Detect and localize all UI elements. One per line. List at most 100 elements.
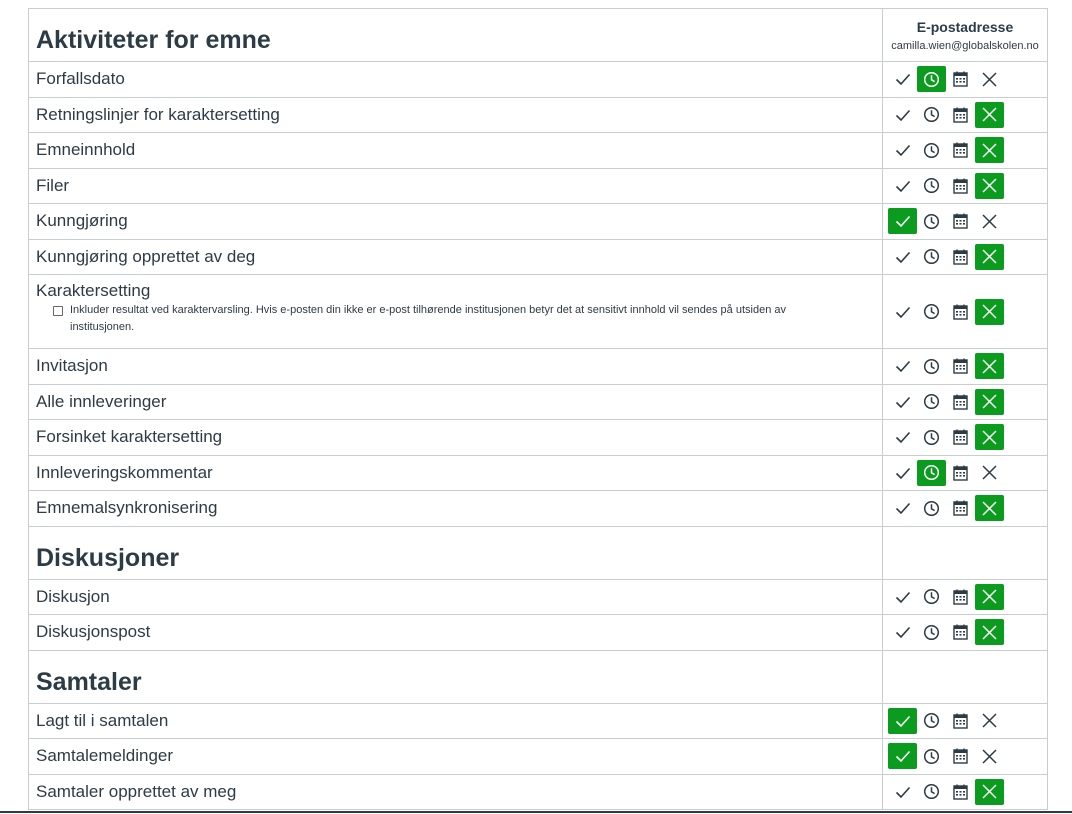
x-option-button[interactable] xyxy=(975,708,1004,734)
clock-option-button[interactable] xyxy=(917,102,946,128)
x-option-button[interactable] xyxy=(975,243,1004,270)
calendar-option-button[interactable] xyxy=(946,460,975,486)
clock-option-button[interactable] xyxy=(917,779,946,805)
calendar-option-button[interactable] xyxy=(946,584,975,610)
checkmark-option-button[interactable] xyxy=(888,102,917,128)
checkmark-icon xyxy=(895,624,911,640)
clock-option-button[interactable] xyxy=(917,66,946,93)
checkmark-option-button[interactable] xyxy=(888,495,917,521)
x-option-button[interactable] xyxy=(975,66,1004,92)
calendar-option-button[interactable] xyxy=(946,353,975,379)
clock-option-button[interactable] xyxy=(917,743,946,769)
calendar-option-button[interactable] xyxy=(946,424,975,450)
frequency-options xyxy=(888,619,1004,646)
clock-option-button[interactable] xyxy=(917,584,946,610)
checkmark-icon xyxy=(895,178,911,194)
calendar-option-button[interactable] xyxy=(946,173,975,199)
clock-option-button[interactable] xyxy=(917,619,946,645)
x-option-button[interactable] xyxy=(975,101,1004,128)
clock-option-button[interactable] xyxy=(917,424,946,450)
checkmark-option-button[interactable] xyxy=(888,66,917,92)
x-option-button[interactable] xyxy=(975,298,1004,325)
checkmark-option-button[interactable] xyxy=(888,299,917,325)
x-icon xyxy=(981,712,998,729)
notification-label: Lagt til i samtalen xyxy=(36,710,169,730)
checkmark-option-button[interactable] xyxy=(888,137,917,163)
notification-label: Forsinket karaktersetting xyxy=(36,427,223,447)
clock-option-button[interactable] xyxy=(917,459,946,486)
notification-label: Kunngjøring xyxy=(36,211,128,231)
checkmark-option-button[interactable] xyxy=(888,619,917,645)
frequency-options xyxy=(888,495,1004,522)
calendar-option-button[interactable] xyxy=(946,66,975,92)
x-option-button[interactable] xyxy=(975,208,1004,234)
clock-icon xyxy=(923,142,940,159)
calendar-option-button[interactable] xyxy=(946,743,975,769)
checkmark-option-button[interactable] xyxy=(888,707,917,734)
calendar-icon xyxy=(953,358,968,374)
calendar-option-button[interactable] xyxy=(946,102,975,128)
email-column-header: E-postadresse camilla.wien@globalskolen.… xyxy=(888,19,1047,52)
x-icon xyxy=(981,106,998,123)
x-option-button[interactable] xyxy=(975,743,1004,769)
x-option-button[interactable] xyxy=(975,424,1004,451)
checkmark-icon xyxy=(895,713,911,729)
clock-option-button[interactable] xyxy=(917,353,946,379)
frequency-options xyxy=(888,298,1004,325)
frequency-options xyxy=(888,743,1004,770)
checkmark-option-button[interactable] xyxy=(888,743,917,770)
x-option-button[interactable] xyxy=(975,460,1004,486)
x-option-button[interactable] xyxy=(975,137,1004,164)
notification-row: Diskusjonspost xyxy=(29,615,1047,651)
x-option-button[interactable] xyxy=(975,172,1004,199)
calendar-icon xyxy=(953,249,968,265)
checkmark-option-button[interactable] xyxy=(888,584,917,610)
calendar-option-button[interactable] xyxy=(946,137,975,163)
x-option-button[interactable] xyxy=(975,778,1004,805)
clock-option-button[interactable] xyxy=(917,208,946,234)
checkmark-option-button[interactable] xyxy=(888,460,917,486)
calendar-option-button[interactable] xyxy=(946,495,975,521)
clock-option-button[interactable] xyxy=(917,389,946,415)
checkmark-option-button[interactable] xyxy=(888,424,917,450)
clock-option-button[interactable] xyxy=(917,299,946,325)
checkmark-icon xyxy=(895,589,911,605)
include-score-checkbox[interactable] xyxy=(53,306,63,316)
calendar-option-button[interactable] xyxy=(946,619,975,645)
section-header-discussions: Diskusjoner xyxy=(29,526,1047,580)
clock-option-button[interactable] xyxy=(917,708,946,734)
calendar-option-button[interactable] xyxy=(946,299,975,325)
include-score-note: Inkluder resultat ved karaktervarsling. … xyxy=(70,304,786,333)
notification-label: Emneinnhold xyxy=(36,140,136,160)
x-option-button[interactable] xyxy=(975,388,1004,415)
section-title: Aktiviteter for emne xyxy=(36,26,271,54)
clock-option-button[interactable] xyxy=(917,137,946,163)
calendar-option-button[interactable] xyxy=(946,779,975,805)
checkmark-option-button[interactable] xyxy=(888,173,917,199)
checkmark-option-button[interactable] xyxy=(888,353,917,379)
calendar-icon xyxy=(953,784,968,800)
clock-option-button[interactable] xyxy=(917,173,946,199)
calendar-icon xyxy=(953,394,968,410)
x-option-button[interactable] xyxy=(975,583,1004,610)
clock-icon xyxy=(923,500,940,517)
checkmark-option-button[interactable] xyxy=(888,779,917,805)
checkmark-option-button[interactable] xyxy=(888,244,917,270)
x-option-button[interactable] xyxy=(975,495,1004,522)
calendar-option-button[interactable] xyxy=(946,389,975,415)
checkmark-option-button[interactable] xyxy=(888,208,917,235)
calendar-option-button[interactable] xyxy=(946,208,975,234)
clock-option-button[interactable] xyxy=(917,495,946,521)
calendar-option-button[interactable] xyxy=(946,708,975,734)
clock-option-button[interactable] xyxy=(917,244,946,270)
notification-row: Innleveringskommentar xyxy=(29,455,1047,491)
checkmark-icon xyxy=(895,784,911,800)
calendar-option-button[interactable] xyxy=(946,244,975,270)
notification-row: Kunngjøring opprettet av deg xyxy=(29,239,1047,275)
x-option-button[interactable] xyxy=(975,353,1004,380)
notification-label: Invitasjon xyxy=(36,356,108,376)
frequency-options xyxy=(888,388,1004,415)
x-option-button[interactable] xyxy=(975,619,1004,646)
checkmark-option-button[interactable] xyxy=(888,389,917,415)
frequency-options xyxy=(888,208,1004,235)
